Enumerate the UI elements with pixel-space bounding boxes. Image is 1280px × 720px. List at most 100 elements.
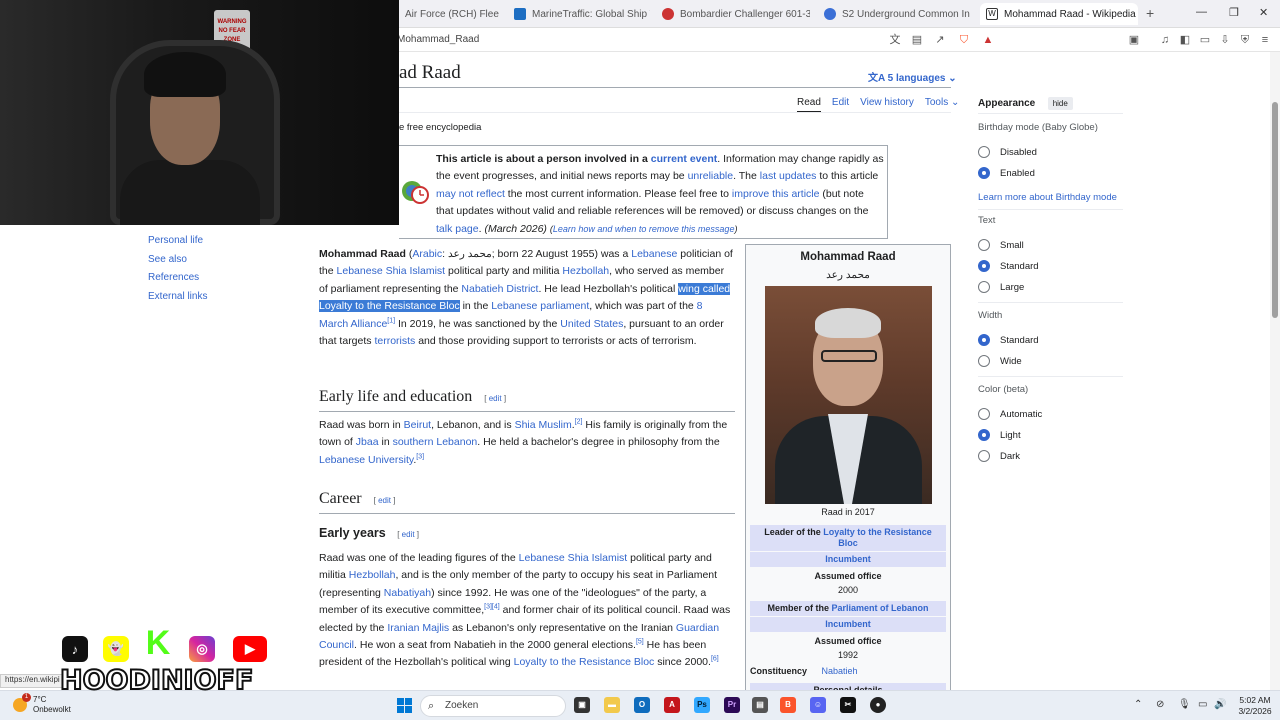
languages-button[interactable]: 文A 5 languages ⌄ [868,69,957,84]
volume-icon[interactable]: 🔊 [1214,699,1226,710]
radio-color-dark[interactable]: Dark [978,450,1020,462]
nabatieh-district-link[interactable]: Nabatieh District [461,283,538,295]
scrollbar-thumb[interactable] [1272,102,1278,318]
radio-enabled[interactable]: Enabled [978,167,1035,179]
obs-icon[interactable]: ● [870,697,886,713]
jbaa-link[interactable]: Jbaa [356,436,379,448]
browser-tab[interactable]: Bombardier Challenger 601-3A - Bra [656,3,810,25]
wallet-icon[interactable]: ▭ [1198,33,1212,47]
toc-item-see-also[interactable]: See also [148,251,207,270]
toc-item-references[interactable]: References [148,269,207,288]
radio-width-standard[interactable]: Standard [978,334,1039,346]
shia-islamist-link[interactable]: Lebanese Shia Islamist [519,552,628,564]
browser-tab[interactable]: Air Force (RCH) Flee [399,3,509,25]
lebanese-university-link[interactable]: Lebanese University [319,454,413,466]
tab-edit[interactable]: Edit [832,97,849,113]
sidebar-icon[interactable]: ▣ [1127,33,1141,47]
vpn-icon[interactable]: ⛨ [1238,33,1252,47]
tab-read[interactable]: Read [797,97,821,113]
radio-width-wide[interactable]: Wide [978,355,1022,367]
browser-tab-active[interactable]: W Mohammad Raad - Wikipedia ✕ [980,3,1138,25]
loyalty-bloc-link[interactable]: Loyalty to the Resistance Bloc [514,656,655,668]
radio-color-automatic[interactable]: Automatic [978,408,1042,420]
last-updates-link[interactable]: last updates [760,170,817,182]
remove-message-link[interactable]: Learn how and when to remove this messag… [553,224,735,234]
edit-section-link[interactable]: [ edit ] [397,530,419,539]
united-states-link[interactable]: United States [560,318,623,330]
may-not-reflect-link[interactable]: may not reflect [436,188,505,200]
acrobat-icon[interactable]: A [664,697,680,713]
tools-menu[interactable]: Tools ⌄ [925,97,960,113]
display-icon[interactable]: ▭ [1198,699,1207,710]
talk-page-link[interactable]: talk page [436,223,479,235]
reference-5[interactable]: [5] [636,639,644,646]
capcut-icon[interactable]: ✂ [840,697,856,713]
brave-icon[interactable]: B [780,697,796,713]
loyalty-bloc-link[interactable]: Loyalty to the Resistance Bloc [823,527,932,548]
edit-section-link[interactable]: [ edit ] [484,394,506,403]
radio-text-small[interactable]: Small [978,239,1024,251]
arabic-link[interactable]: Arabic [412,248,442,260]
app-icon[interactable]: ▤ [752,697,768,713]
reference-6[interactable]: [6] [711,656,719,663]
nabatieh-link[interactable]: Nabatieh [822,666,858,676]
radio-color-light[interactable]: Light [978,429,1021,441]
iranian-majlis-link[interactable]: Iranian Majlis [387,622,449,634]
windows-start-icon[interactable] [397,698,412,713]
reference-1[interactable]: [1] [387,317,395,324]
reference-2[interactable]: [2] [575,419,583,426]
lebanese-link[interactable]: Lebanese [631,248,677,260]
hezbollah-link[interactable]: Hezbollah [349,569,396,581]
minimize-icon[interactable]: — [1196,6,1207,18]
translate-icon[interactable]: 文 [888,33,902,47]
weather-description[interactable]: Onbewolkt [33,705,71,714]
brave-shield-icon[interactable]: ⛉ [957,33,971,47]
outlook-icon[interactable]: O [634,697,650,713]
browser-tab[interactable]: S2 Underground Common Intelligen [818,3,970,25]
southern-lebanon-link[interactable]: southern Lebanon [393,436,478,448]
shia-islamist-link[interactable]: Lebanese Shia Islamist [337,265,446,277]
taskbar-search[interactable]: ⌕ Zoeken [420,695,566,717]
lebanese-parliament-link[interactable]: Lebanese parliament [491,300,589,312]
radio-text-large[interactable]: Large [978,281,1024,293]
edit-section-link[interactable]: [ edit ] [374,496,396,505]
reference-3-4[interactable]: [3][4] [484,604,500,611]
task-view-icon[interactable]: ▣ [574,697,590,713]
page-scrollbar[interactable] [1270,52,1280,692]
weather-temperature[interactable]: 7°C [33,695,46,704]
file-explorer-icon[interactable]: ▬ [604,697,620,713]
share-icon[interactable]: ↗ [933,33,947,47]
hezbollah-link[interactable]: Hezbollah [562,265,609,277]
discord-icon[interactable]: ☺ [810,697,826,713]
improve-article-link[interactable]: improve this article [732,188,820,200]
download-icon[interactable]: ⇩ [1218,33,1232,47]
toc-item-external-links[interactable]: External links [148,288,207,307]
network-off-icon[interactable]: ⊘ [1156,699,1164,710]
reader-icon[interactable]: ▤ [910,33,924,47]
incumbent-label[interactable]: Incumbent [750,617,946,632]
unreliable-link[interactable]: unreliable [688,170,734,182]
reference-3[interactable]: [3] [416,453,424,460]
close-tab-icon[interactable]: ✕ [1136,9,1138,20]
microphone-icon[interactable]: 🎙 [1178,699,1191,710]
terrorists-link[interactable]: terrorists [374,335,415,347]
rewards-icon[interactable]: ▲ [981,33,995,47]
split-view-icon[interactable]: ◧ [1178,33,1192,47]
premiere-icon[interactable]: Pr [724,697,740,713]
radio-disabled[interactable]: Disabled [978,146,1037,158]
menu-icon[interactable]: ≡ [1258,33,1272,47]
nabatiyah-link[interactable]: Nabatiyah [384,587,431,599]
clock-time[interactable]: 5:02 AM [1235,695,1275,705]
shia-muslim-link[interactable]: Shia Muslim [515,419,572,431]
learn-birthday-link[interactable]: Learn more about Birthday mode [978,192,1117,203]
new-tab-button[interactable]: + [1146,5,1154,21]
current-event-link[interactable]: current event [651,153,718,165]
radio-text-standard[interactable]: Standard [978,260,1039,272]
toc-item-personal-life[interactable]: Personal life [148,232,207,251]
beirut-link[interactable]: Beirut [404,419,431,431]
maximize-icon[interactable]: ❐ [1229,6,1239,19]
url-field[interactable]: Mohammad_Raad [397,34,479,45]
browser-tab[interactable]: MarineTraffic: Global Ship Tracking In [508,3,650,25]
chevron-up-icon[interactable]: ⌃ [1134,699,1142,710]
music-icon[interactable]: ♫ [1158,33,1172,47]
